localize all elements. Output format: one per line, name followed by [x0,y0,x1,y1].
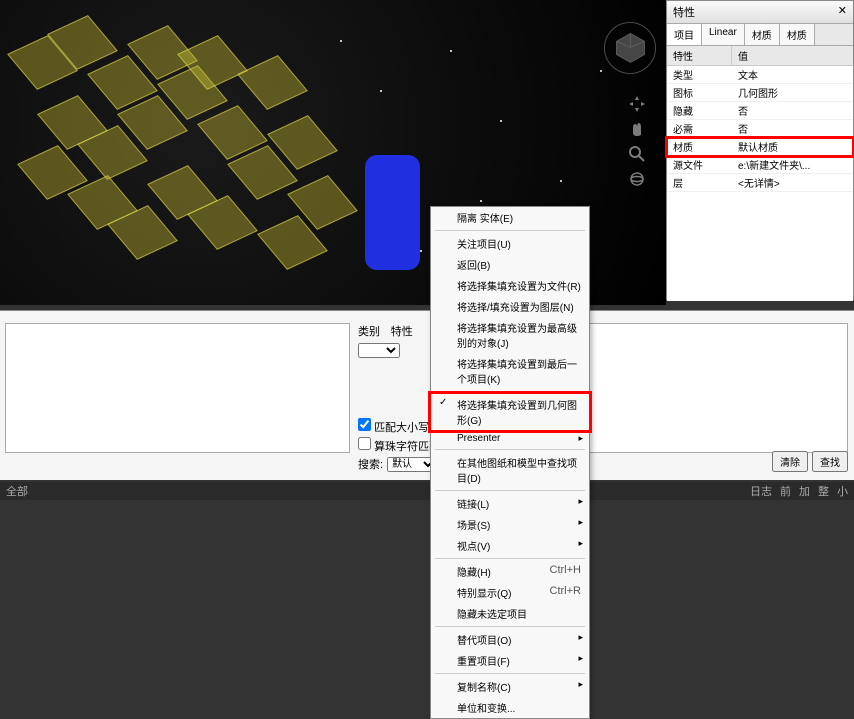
statusbar-item[interactable]: 日志 [750,483,772,499]
properties-body: 类型文本图标几何图形隐藏否必需否材质默认材质源文件e:\新建文件夹\...层<无… [667,66,853,301]
statusbar-item[interactable]: 小 [837,483,848,499]
properties-titlebar[interactable]: 特性 ✕ [667,1,853,24]
statusbar-item[interactable]: 整 [818,483,829,499]
properties-title-text: 特性 [673,4,695,20]
statusbar-item[interactable]: 加 [799,483,810,499]
ctx-item-10[interactable]: Presenter [431,430,589,447]
ctx-item-2[interactable]: 关注项目(U) [431,233,589,254]
category-select[interactable] [358,343,400,358]
props-tab-0[interactable]: 项目 [667,24,702,45]
statusbar-left: 全部 [6,483,28,499]
ctx-item-9[interactable]: 将选择集填充设置到几何图形(G) [431,394,589,430]
ctx-item-16[interactable]: 视点(V) [431,535,589,556]
prop-row[interactable]: 源文件e:\新建文件夹\... [667,156,853,174]
ctx-item-3[interactable]: 返回(B) [431,254,589,275]
clear-button[interactable]: 清除 [772,451,808,472]
statusbar: 全部 日志前加整小 [0,482,854,500]
orbit-icon[interactable] [628,170,646,188]
ctx-item-18[interactable]: 隐藏(H)Ctrl+H [431,561,589,582]
zoom-icon[interactable] [628,145,646,163]
ctx-item-15[interactable]: 场景(S) [431,514,589,535]
ctx-item-25[interactable]: 复制名称(C) [431,676,589,697]
prop-row[interactable]: 层<无详情> [667,174,853,192]
properties-tabs: 项目Linear材质材质 [667,24,853,46]
bottom-right-list[interactable] [588,323,848,453]
ctx-item-7[interactable]: 将选择集填充设置到最后一个项目(K) [431,353,589,389]
prop-row[interactable]: 隐藏否 [667,102,853,120]
ctx-item-0[interactable]: 隔离 实体(E) [431,207,589,228]
prop-row[interactable]: 必需否 [667,120,853,138]
ctx-item-5[interactable]: 将选择/填充设置为图层(N) [431,296,589,317]
ctx-item-23[interactable]: 重置项目(F) [431,650,589,671]
category-label: 类别 [358,323,380,339]
prop-row[interactable]: 类型文本 [667,66,853,84]
view-cube[interactable] [613,30,648,65]
search-label: 搜索: [358,456,383,472]
statusbar-right: 日志前加整小 [750,483,848,499]
properties-panel: 特性 ✕ 项目Linear材质材质 特性 值 类型文本图标几何图形隐藏否必需否材… [666,0,854,300]
context-menu: 隔离 实体(E) 关注项目(U)返回(B)将选择集填充设置为文件(R)将选择/填充… [430,206,590,719]
ctx-item-22[interactable]: 替代项目(O) [431,629,589,650]
pan-icon[interactable] [628,95,646,113]
properties-column-header: 特性 值 [667,46,853,66]
ctx-item-12[interactable]: 在其他图纸和模型中查找项目(D) [431,452,589,488]
props-tab-3[interactable]: 材质 [780,24,815,45]
col-value: 值 [732,46,754,65]
statusbar-item[interactable]: 前 [780,483,791,499]
ctx-item-26[interactable]: 单位和变换... [431,697,589,718]
hand-icon[interactable] [628,120,646,138]
bottom-panel: 类别 特性 匹配大小写 算珠字符匹配结果 搜索: 默认 清除 查找 [0,310,854,480]
ctx-item-4[interactable]: 将选择集填充设置为文件(R) [431,275,589,296]
property-label: 特性 [391,323,413,339]
props-tab-2[interactable]: 材质 [745,24,780,45]
close-icon[interactable]: ✕ [838,4,847,20]
prop-row[interactable]: 材质默认材质 [667,138,853,156]
ctx-item-6[interactable]: 将选择集填充设置为最高级别的对象(J) [431,317,589,353]
bottom-left-list[interactable] [5,323,350,453]
ctx-item-19[interactable]: 特别显示(Q)Ctrl+R [431,582,589,603]
ctx-item-14[interactable]: 链接(L) [431,493,589,514]
ctx-item-20[interactable]: 隐藏未选定项目 [431,603,589,624]
props-tab-1[interactable]: Linear [702,24,745,45]
selected-blue-solid[interactable] [365,155,420,270]
crystal-model [0,0,380,290]
bottom-mid-controls: 类别 特性 [358,323,433,362]
prop-row[interactable]: 图标几何图形 [667,84,853,102]
find-button[interactable]: 查找 [812,451,848,472]
col-property: 特性 [667,46,732,65]
